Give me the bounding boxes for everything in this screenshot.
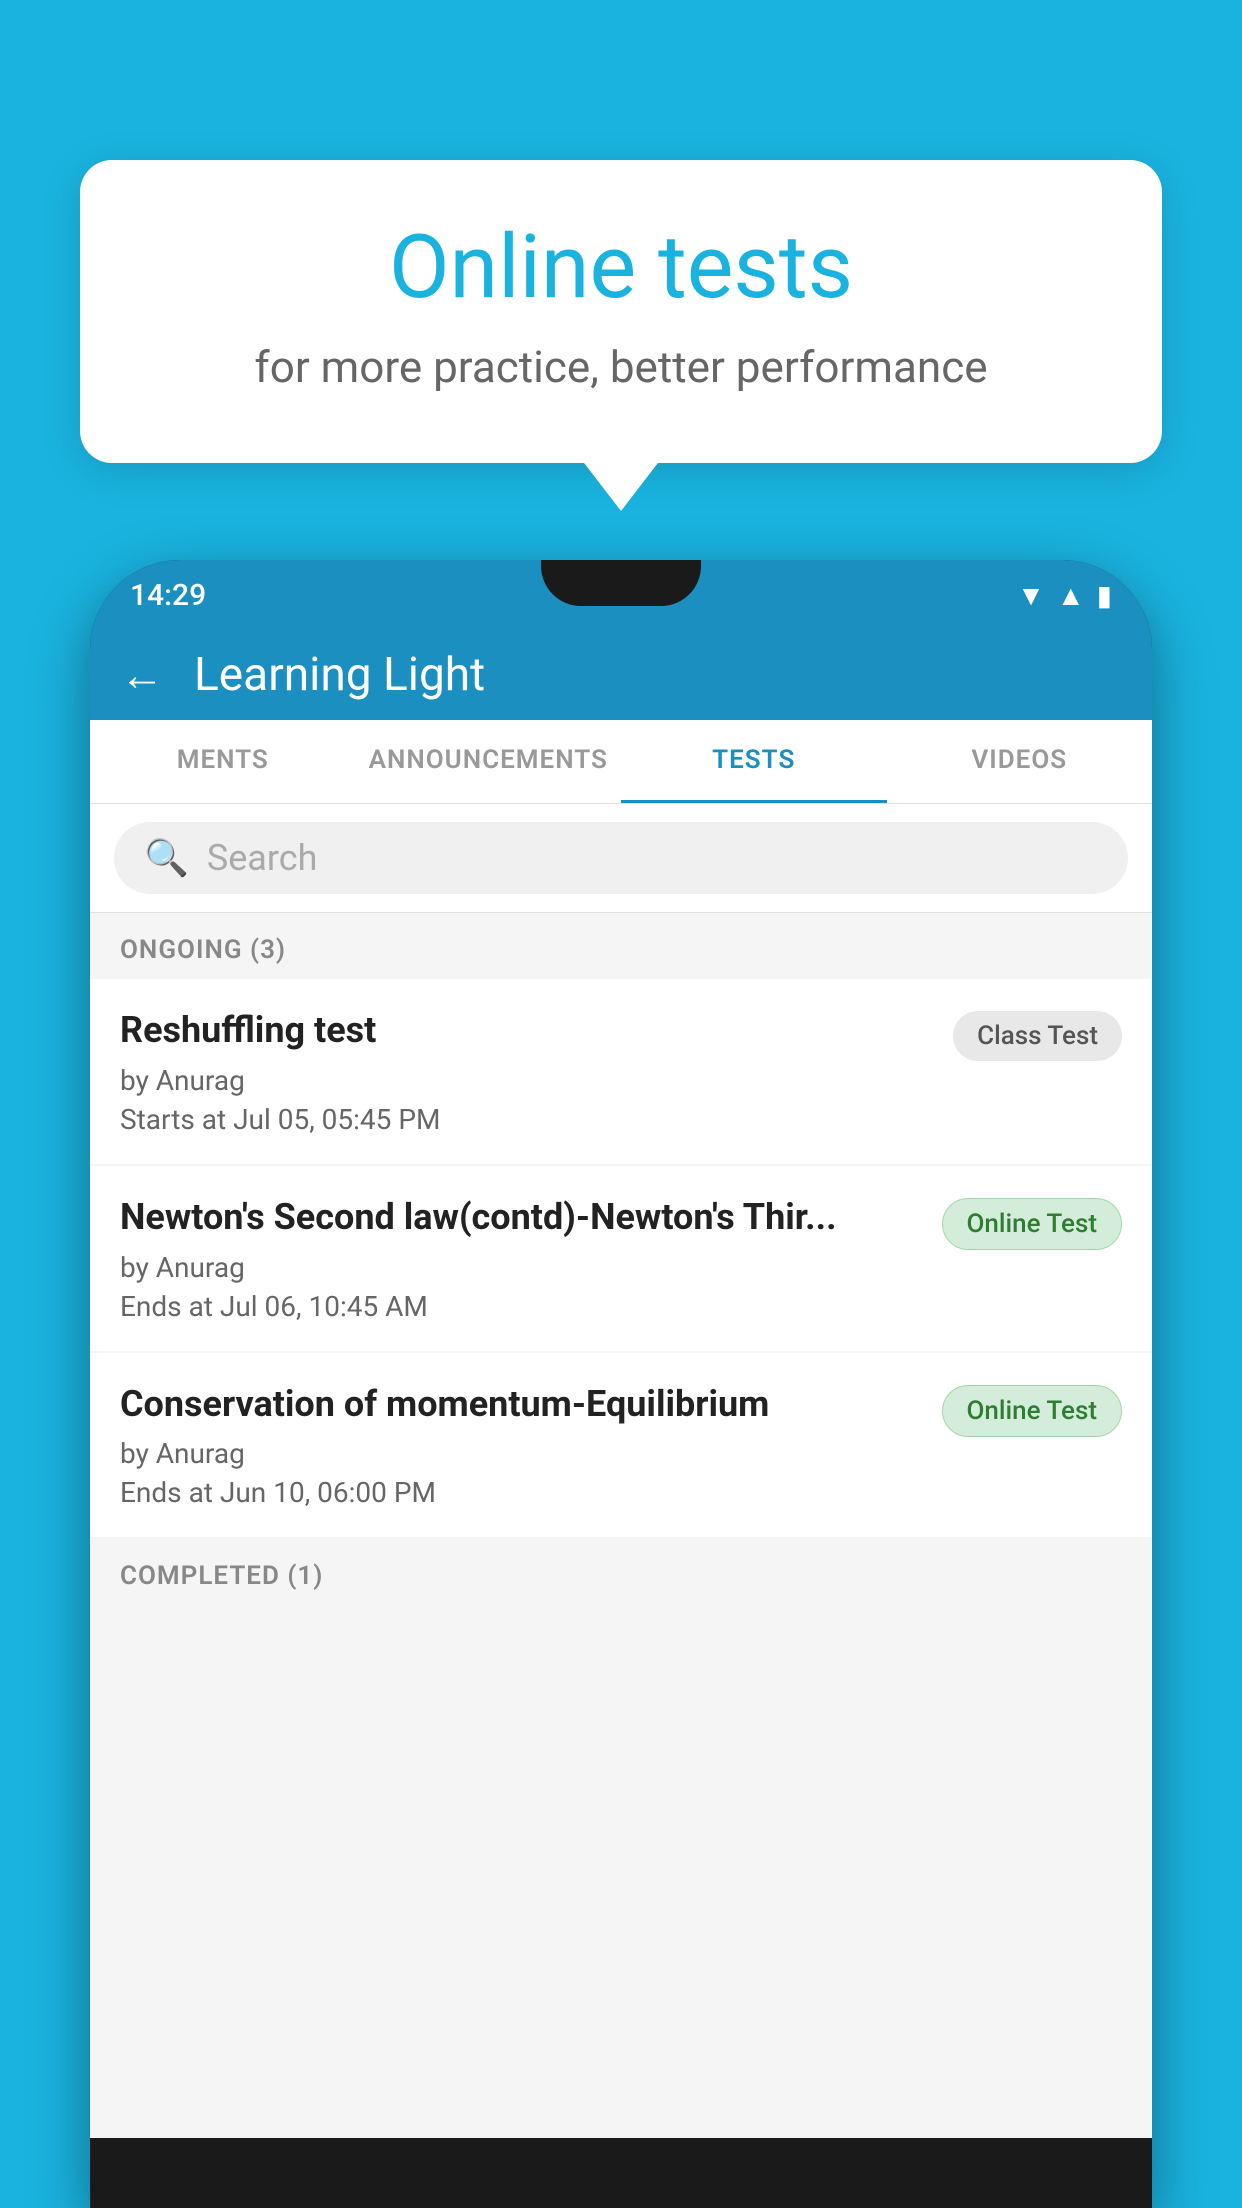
test-item-reshuffling[interactable]: Reshuffling test by Anurag Starts at Jul… — [90, 979, 1152, 1164]
ongoing-label: ONGOING (3) — [120, 935, 286, 965]
search-placeholder: Search — [207, 837, 318, 879]
status-time: 14:29 — [130, 578, 206, 613]
test-author-conservation: by Anurag — [120, 1437, 922, 1470]
test-time-reshuffling: Starts at Jul 05, 05:45 PM — [120, 1103, 933, 1136]
app-header: ← Learning Light — [90, 630, 1152, 720]
tabs-bar: MENTS ANNOUNCEMENTS TESTS VIDEOS — [90, 720, 1152, 804]
badge-newton: Online Test — [942, 1198, 1123, 1250]
completed-section-header: COMPLETED (1) — [90, 1539, 1152, 1605]
tab-announcements[interactable]: ANNOUNCEMENTS — [356, 720, 622, 803]
status-icons: ▼ ▲ ▮ — [1017, 579, 1112, 612]
test-name-reshuffling: Reshuffling test — [120, 1007, 933, 1054]
test-item-conservation[interactable]: Conservation of momentum-Equilibrium by … — [90, 1353, 1152, 1538]
test-author-reshuffling: by Anurag — [120, 1064, 933, 1097]
test-item-newton[interactable]: Newton's Second law(contd)-Newton's Thir… — [90, 1166, 1152, 1351]
promo-title: Online tests — [140, 220, 1102, 317]
badge-conservation: Online Test — [942, 1385, 1123, 1437]
completed-label: COMPLETED (1) — [120, 1561, 323, 1591]
test-name-newton: Newton's Second law(contd)-Newton's Thir… — [120, 1194, 922, 1241]
search-icon: 🔍 — [144, 837, 189, 879]
test-author-newton: by Anurag — [120, 1251, 922, 1284]
badge-reshuffling: Class Test — [953, 1011, 1122, 1061]
signal-icon: ▲ — [1057, 579, 1085, 612]
app-title: Learning Light — [194, 648, 485, 702]
tab-tests[interactable]: TESTS — [621, 720, 887, 803]
wifi-icon: ▼ — [1017, 579, 1045, 612]
test-info-conservation: Conservation of momentum-Equilibrium by … — [120, 1381, 922, 1510]
phone-mockup: 14:29 ▼ ▲ ▮ ← Learning Light MENTS ANNOU… — [90, 560, 1152, 2208]
back-button[interactable]: ← — [120, 653, 164, 697]
phone-screen: 🔍 Search ONGOING (3) Reshuffling test by… — [90, 804, 1152, 2138]
promo-card: Online tests for more practice, better p… — [80, 160, 1162, 463]
test-time-conservation: Ends at Jun 10, 06:00 PM — [120, 1476, 922, 1509]
ongoing-section-header: ONGOING (3) — [90, 913, 1152, 979]
notch — [541, 560, 701, 606]
test-info-reshuffling: Reshuffling test by Anurag Starts at Jul… — [120, 1007, 933, 1136]
battery-icon: ▮ — [1097, 579, 1112, 612]
search-bar-wrap: 🔍 Search — [90, 804, 1152, 913]
promo-subtitle: for more practice, better performance — [140, 341, 1102, 393]
status-bar: 14:29 ▼ ▲ ▮ — [90, 560, 1152, 630]
test-name-conservation: Conservation of momentum-Equilibrium — [120, 1381, 922, 1428]
test-time-newton: Ends at Jul 06, 10:45 AM — [120, 1290, 922, 1323]
search-bar[interactable]: 🔍 Search — [114, 822, 1128, 894]
tab-ments[interactable]: MENTS — [90, 720, 356, 803]
test-info-newton: Newton's Second law(contd)-Newton's Thir… — [120, 1194, 922, 1323]
tab-videos[interactable]: VIDEOS — [887, 720, 1153, 803]
